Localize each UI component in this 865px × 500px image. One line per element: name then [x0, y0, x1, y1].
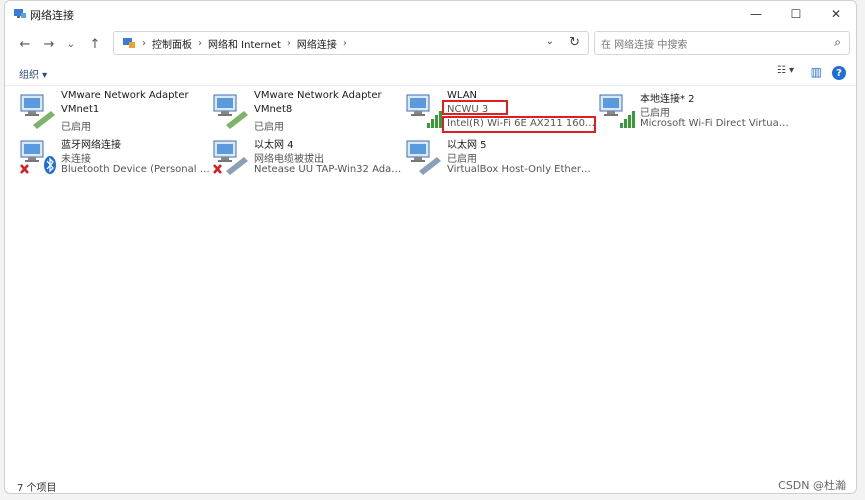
- connection-name: 以太网 5: [447, 140, 487, 151]
- connection-name: 蓝牙网络连接: [61, 140, 121, 151]
- adapter-description: Microsoft Wi-Fi Direct Virtual ...: [640, 118, 790, 129]
- wifi-adapter-icon: [406, 94, 442, 128]
- connection-status: 已启用: [61, 122, 91, 133]
- organize-menu-button[interactable]: 组织 ▾: [19, 66, 47, 81]
- help-icon[interactable]: ?: [832, 66, 846, 80]
- bluetooth-adapter-icon: [20, 140, 56, 174]
- highlight-box-ssid: [442, 100, 508, 115]
- connection-status: 未连接: [61, 154, 91, 165]
- recent-locations-button[interactable]: ⌄: [61, 35, 81, 53]
- forward-button[interactable]: →: [39, 35, 59, 53]
- breadcrumb-network-connections[interactable]: 网络连接: [297, 36, 337, 51]
- close-button[interactable]: ✕: [816, 1, 856, 27]
- window-title: 网络连接: [30, 9, 74, 22]
- search-input[interactable]: 在 网络连接 中搜索 ⌕: [594, 31, 850, 55]
- maximize-button[interactable]: ☐: [776, 1, 816, 27]
- connection-item-ethernet-4[interactable]: 以太网 4 网络电缆被拔出 Netease UU TAP-Win32 Adapt…: [212, 135, 404, 177]
- connection-name-cont: VMnet8: [254, 104, 293, 115]
- preview-pane-icon[interactable]: ▥: [811, 65, 822, 79]
- connection-status: 已启用: [447, 154, 477, 165]
- item-count: 7 个项目: [17, 483, 57, 494]
- connection-name: 以太网 4: [254, 140, 294, 151]
- breadcrumb-separator: ›: [142, 37, 146, 49]
- connection-status: 已启用: [254, 122, 284, 133]
- ethernet-adapter-icon: [213, 140, 248, 175]
- search-icon[interactable]: ⌕: [834, 35, 841, 50]
- highlight-box-adapter: [442, 116, 596, 133]
- connection-name: VMware Network Adapter: [61, 90, 189, 101]
- adapter-description: VirtualBox Host-Only Ethernet ...: [447, 164, 597, 175]
- chevron-down-icon[interactable]: ⌄: [546, 36, 554, 47]
- connection-item-bluetooth[interactable]: 蓝牙网络连接 未连接 Bluetooth Device (Personal Ar…: [19, 135, 211, 177]
- adapter-description: Bluetooth Device (Personal Are...: [61, 164, 211, 175]
- connection-status: 已启用: [640, 108, 670, 119]
- explorer-window: 网络连接 — ☐ ✕ ← → ⌄ ↑ › 控制面板 › 网络和 Internet…: [4, 0, 857, 494]
- connection-name: 本地连接* 2: [640, 94, 695, 105]
- network-connections-icon: [14, 9, 26, 18]
- breadcrumb-network-internet[interactable]: 网络和 Internet: [208, 36, 281, 51]
- up-button[interactable]: ↑: [85, 35, 105, 53]
- connection-item-ethernet-5[interactable]: 以太网 5 已启用 VirtualBox Host-Only Ethernet …: [405, 135, 597, 177]
- connection-item-vmnet1[interactable]: VMware Network Adapter VMnet1 已启用: [19, 89, 209, 133]
- search-placeholder: 在 网络连接 中搜索: [601, 39, 688, 51]
- view-options-button[interactable]: ☷ ▾: [777, 65, 794, 76]
- adapter-description: Netease UU TAP-Win32 Adapt...: [254, 164, 404, 175]
- breadcrumb-control-panel[interactable]: 控制面板: [152, 36, 192, 51]
- connection-item-vmnet8[interactable]: VMware Network Adapter VMnet8 已启用: [212, 89, 402, 133]
- network-adapter-icon: [20, 94, 55, 129]
- wifi-adapter-icon: [599, 94, 635, 128]
- breadcrumb-separator: ›: [342, 37, 347, 49]
- title-bar: 网络连接 — ☐ ✕: [5, 1, 856, 27]
- control-panel-icon: [123, 38, 135, 48]
- watermark: CSDN @杜瀚: [778, 479, 846, 492]
- back-button[interactable]: ←: [15, 35, 35, 53]
- refresh-icon[interactable]: ↻: [569, 35, 580, 50]
- breadcrumb-separator: ›: [286, 37, 291, 49]
- connection-item-local-2[interactable]: 本地连接* 2 已启用 Microsoft Wi-Fi Direct Virtu…: [598, 89, 790, 131]
- breadcrumb-separator: ›: [198, 37, 202, 49]
- command-bar: 组织 ▾ ☷ ▾ ▥ ?: [5, 61, 856, 86]
- address-bar-row: ← → ⌄ ↑ › 控制面板 › 网络和 Internet › 网络连接 › ⌄…: [5, 29, 856, 59]
- connection-name-cont: VMnet1: [61, 104, 100, 115]
- network-adapter-icon: [213, 94, 248, 129]
- address-box[interactable]: › 控制面板 › 网络和 Internet › 网络连接 › ⌄ ↻: [113, 31, 589, 55]
- ethernet-adapter-icon: [406, 140, 441, 175]
- minimize-button[interactable]: —: [736, 1, 776, 27]
- connection-name: VMware Network Adapter: [254, 90, 382, 101]
- connection-status: 网络电缆被拔出: [254, 154, 324, 165]
